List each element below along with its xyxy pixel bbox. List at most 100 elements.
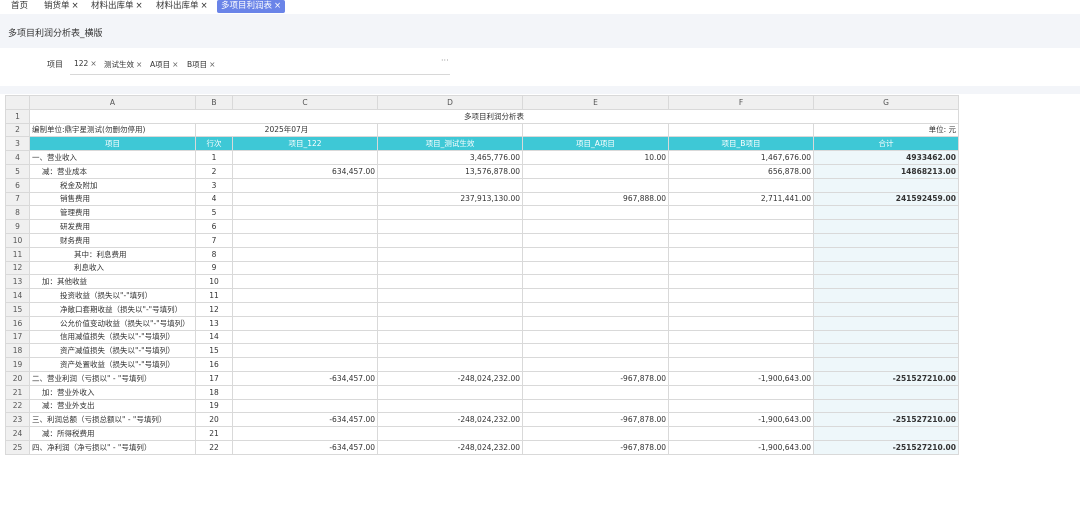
- row-no-cell[interactable]: 3: [195, 177, 233, 193]
- row-number[interactable]: 4: [5, 150, 30, 165]
- row-no-cell[interactable]: 20: [195, 412, 233, 428]
- close-icon[interactable]: ×: [72, 1, 79, 11]
- header-total[interactable]: 合计: [813, 136, 959, 152]
- value-cell[interactable]: [232, 315, 378, 331]
- value-cell[interactable]: -967,878.00: [522, 412, 669, 428]
- value-cell[interactable]: [522, 274, 669, 290]
- item-cell[interactable]: 销售费用: [29, 191, 196, 207]
- value-cell[interactable]: [522, 163, 669, 179]
- total-cell[interactable]: [813, 384, 959, 400]
- value-cell[interactable]: [377, 219, 523, 234]
- value-cell[interactable]: [668, 426, 814, 441]
- value-cell[interactable]: [668, 177, 814, 193]
- item-cell[interactable]: 利息收入: [29, 260, 196, 276]
- close-icon[interactable]: ×: [136, 60, 142, 69]
- item-cell[interactable]: 投资收益（损失以"-"填列）: [29, 288, 196, 303]
- value-cell[interactable]: [668, 274, 814, 290]
- item-cell[interactable]: 加：营业外收入: [29, 384, 196, 400]
- value-cell[interactable]: [377, 329, 523, 345]
- value-cell[interactable]: -1,900,643.00: [668, 370, 814, 386]
- row-number[interactable]: 6: [5, 177, 30, 193]
- value-cell[interactable]: [522, 329, 669, 345]
- value-cell[interactable]: [377, 232, 523, 248]
- value-cell[interactable]: [522, 384, 669, 400]
- header-row-no[interactable]: 行次: [195, 136, 233, 152]
- value-cell[interactable]: [522, 343, 669, 359]
- row-no-cell[interactable]: 18: [195, 384, 233, 400]
- item-cell[interactable]: 研发费用: [29, 219, 196, 234]
- value-cell[interactable]: 634,457.00: [232, 163, 378, 179]
- total-cell[interactable]: [813, 301, 959, 317]
- row-number[interactable]: 2: [5, 122, 30, 138]
- value-cell[interactable]: [522, 357, 669, 372]
- value-cell[interactable]: 13,576,878.00: [377, 163, 523, 179]
- row-number[interactable]: 25: [5, 439, 30, 455]
- row-number[interactable]: 7: [5, 191, 30, 207]
- cell[interactable]: [522, 122, 669, 138]
- value-cell[interactable]: [377, 288, 523, 303]
- value-cell[interactable]: [232, 301, 378, 317]
- row-number[interactable]: 20: [5, 370, 30, 386]
- report-title[interactable]: 多项目利润分析表: [29, 108, 959, 124]
- row-no-cell[interactable]: 5: [195, 205, 233, 221]
- column-header[interactable]: E: [522, 95, 669, 110]
- row-number[interactable]: 16: [5, 315, 30, 331]
- item-cell[interactable]: 减：所得税费用: [29, 426, 196, 441]
- row-no-cell[interactable]: 16: [195, 357, 233, 372]
- value-cell[interactable]: [232, 246, 378, 262]
- total-cell[interactable]: -251527210.00: [813, 439, 959, 455]
- row-no-cell[interactable]: 8: [195, 246, 233, 262]
- value-cell[interactable]: [232, 260, 378, 276]
- row-number[interactable]: 8: [5, 205, 30, 221]
- value-cell[interactable]: [232, 357, 378, 372]
- value-cell[interactable]: [232, 150, 378, 165]
- value-cell[interactable]: [668, 315, 814, 331]
- value-cell[interactable]: [522, 301, 669, 317]
- item-cell[interactable]: 四、净利润（净亏损以" - "号填列）: [29, 439, 196, 455]
- org-cell[interactable]: 编制单位:鼎宇星测试(勿删勿停用): [29, 122, 196, 138]
- value-cell[interactable]: [232, 288, 378, 303]
- value-cell[interactable]: [668, 357, 814, 372]
- header-project-a[interactable]: 项目_A项目: [522, 136, 669, 152]
- row-no-cell[interactable]: 22: [195, 439, 233, 455]
- tab-material-out-2[interactable]: 材料出库单 ×: [152, 0, 212, 13]
- row-no-cell[interactable]: 11: [195, 288, 233, 303]
- value-cell[interactable]: -1,900,643.00: [668, 412, 814, 428]
- value-cell[interactable]: -248,024,232.00: [377, 439, 523, 455]
- row-number[interactable]: 18: [5, 343, 30, 359]
- item-cell[interactable]: 管理费用: [29, 205, 196, 221]
- tab-multi-project-profit[interactable]: 多项目利润表 ×: [217, 0, 286, 13]
- item-cell[interactable]: 二、营业利润（亏损以" - "号填列）: [29, 370, 196, 386]
- value-cell[interactable]: -967,878.00: [522, 439, 669, 455]
- total-cell[interactable]: [813, 177, 959, 193]
- value-cell[interactable]: -248,024,232.00: [377, 370, 523, 386]
- total-cell[interactable]: 4933462.00: [813, 150, 959, 165]
- value-cell[interactable]: [232, 177, 378, 193]
- value-cell[interactable]: -248,024,232.00: [377, 412, 523, 428]
- value-cell[interactable]: -634,457.00: [232, 412, 378, 428]
- column-header[interactable]: D: [377, 95, 523, 110]
- header-project-b[interactable]: 项目_B项目: [668, 136, 814, 152]
- row-number[interactable]: 21: [5, 384, 30, 400]
- value-cell[interactable]: 2,711,441.00: [668, 191, 814, 207]
- value-cell[interactable]: [232, 274, 378, 290]
- value-cell[interactable]: [232, 426, 378, 441]
- value-cell[interactable]: [522, 205, 669, 221]
- row-number[interactable]: 9: [5, 219, 30, 234]
- total-cell[interactable]: [813, 343, 959, 359]
- item-cell[interactable]: 减：营业外支出: [29, 398, 196, 414]
- value-cell[interactable]: [668, 301, 814, 317]
- row-number[interactable]: 3: [5, 136, 30, 152]
- value-cell[interactable]: -1,900,643.00: [668, 439, 814, 455]
- value-cell[interactable]: -967,878.00: [522, 370, 669, 386]
- more-icon[interactable]: ···: [441, 56, 449, 65]
- project-multiselect[interactable]: 122 × 测试生效 × A项目 × B项目 ×: [70, 57, 450, 75]
- value-cell[interactable]: 1,467,676.00: [668, 150, 814, 165]
- value-cell[interactable]: [377, 274, 523, 290]
- value-cell[interactable]: [522, 232, 669, 248]
- value-cell[interactable]: [377, 260, 523, 276]
- close-icon[interactable]: ×: [209, 60, 215, 69]
- item-cell[interactable]: 加：其他收益: [29, 274, 196, 290]
- row-no-cell[interactable]: 7: [195, 232, 233, 248]
- total-cell[interactable]: [813, 426, 959, 441]
